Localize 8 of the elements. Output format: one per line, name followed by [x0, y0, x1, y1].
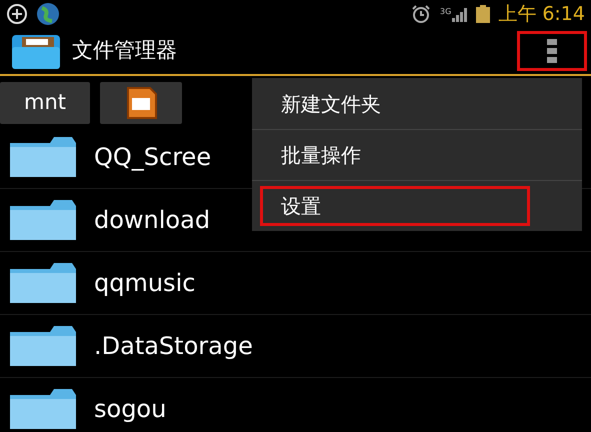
folder-name: QQ_Scree	[94, 142, 212, 173]
folder-name: download	[94, 205, 210, 236]
app-title: 文件管理器	[72, 37, 177, 64]
clock-time: 上午 6:14	[498, 2, 585, 27]
folder-name: sogou	[94, 394, 166, 425]
folder-name: .DataStorage	[94, 331, 253, 362]
folder-name: qqmusic	[94, 268, 196, 299]
network-type: 3G	[440, 6, 452, 18]
